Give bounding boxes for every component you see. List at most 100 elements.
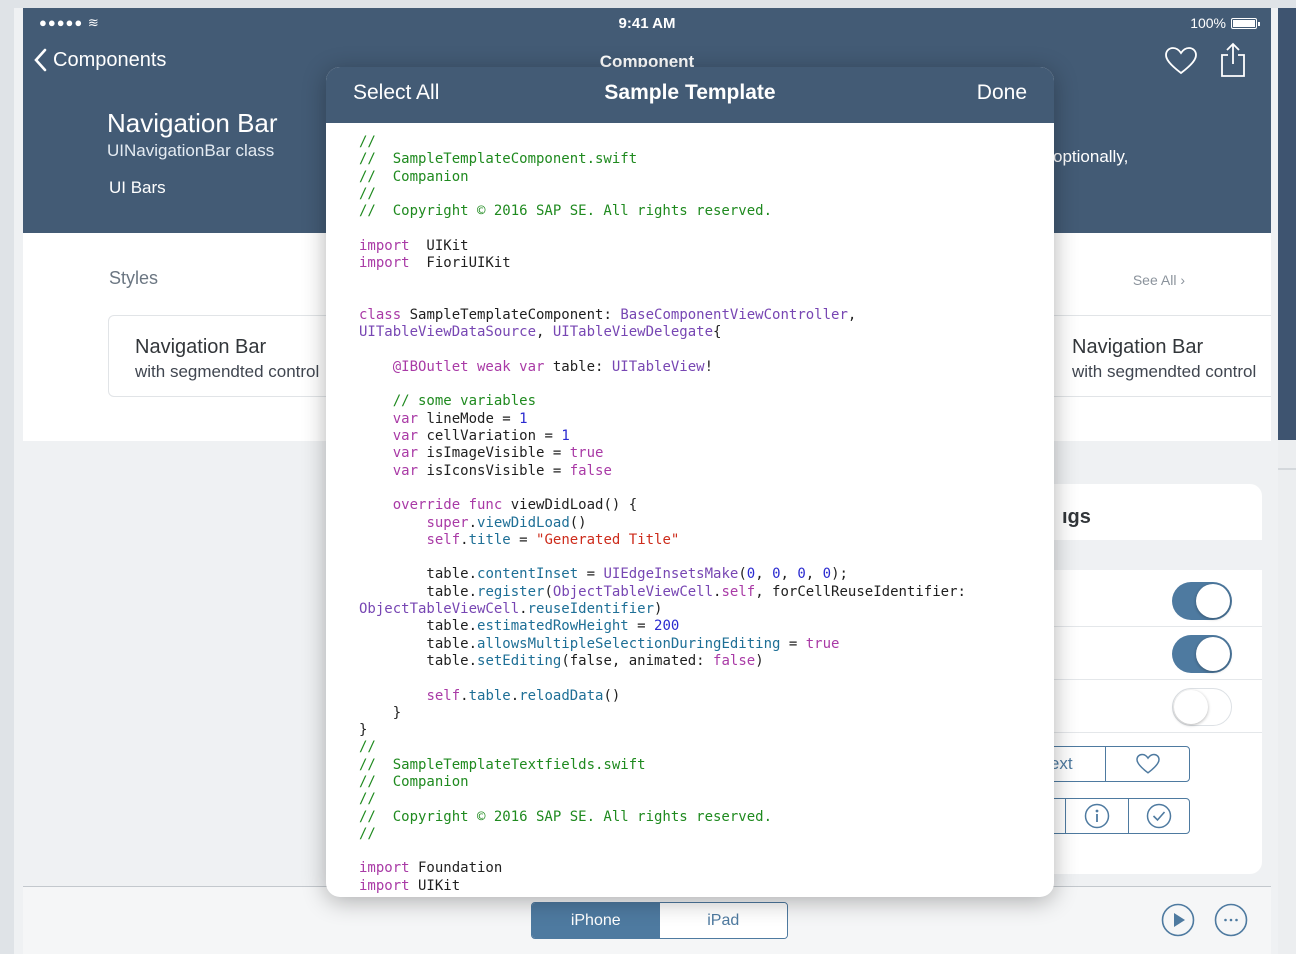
code-token: title bbox=[468, 531, 511, 548]
code-token: // bbox=[359, 739, 376, 756]
see-all-link[interactable]: See All › bbox=[1133, 272, 1185, 288]
code-line: table.register(ObjectTableViewCell.self,… bbox=[359, 584, 1044, 601]
code-line: import Foundation bbox=[359, 860, 1044, 877]
code-token: "Generated Title" bbox=[536, 531, 680, 548]
code-token: UITableView bbox=[611, 358, 705, 375]
code-line: // Copyright © 2016 SAP SE. All rights r… bbox=[359, 203, 1044, 220]
settings-title: ıgs bbox=[1062, 506, 1091, 528]
code-token: , bbox=[780, 566, 798, 583]
component-title: Navigation Bar bbox=[107, 108, 278, 138]
style-card[interactable]: Navigation Bar with segmendted control bbox=[1045, 315, 1271, 397]
code-token: = bbox=[780, 635, 806, 652]
code-token: var bbox=[392, 428, 419, 445]
code-line: // bbox=[359, 134, 1044, 151]
code-token: ); bbox=[831, 566, 848, 583]
style-card[interactable]: Navigation Bar with segmendted control bbox=[108, 315, 358, 397]
code-line: super.viewDidLoad() bbox=[359, 515, 1044, 532]
play-icon[interactable] bbox=[1161, 903, 1195, 937]
code-token: ( bbox=[544, 583, 553, 600]
code-token: var bbox=[392, 410, 419, 427]
segment-info[interactable] bbox=[1065, 799, 1128, 833]
code-token: viewDidLoad() { bbox=[502, 497, 638, 514]
code-token: true bbox=[805, 635, 840, 652]
code-token: 200 bbox=[654, 618, 680, 635]
code-token: 0 bbox=[746, 566, 756, 583]
segment-check[interactable] bbox=[1128, 799, 1189, 833]
code-token: UIKit bbox=[409, 237, 469, 254]
modal-nav-bar: Select All Sample Template Done bbox=[326, 67, 1054, 123]
code-token: ObjectTableViewCell bbox=[552, 583, 714, 600]
component-class: UINavigationBar class bbox=[107, 141, 275, 160]
code-line: UITableViewDataSource, UITableViewDelega… bbox=[359, 324, 1044, 341]
heart-icon[interactable] bbox=[1164, 46, 1198, 76]
toggle-switch[interactable] bbox=[1172, 582, 1232, 620]
code-token: . bbox=[460, 687, 469, 704]
done-button[interactable]: Done bbox=[977, 81, 1027, 105]
code-token: reloadData bbox=[519, 687, 604, 704]
battery-icon bbox=[1231, 17, 1260, 29]
code-token: // Copyright © 2016 SAP SE. All rights r… bbox=[359, 203, 773, 220]
code-token: ( bbox=[738, 566, 747, 583]
code-token: class bbox=[359, 306, 402, 323]
code-token: self bbox=[426, 531, 461, 548]
code-token: isIconsVisible = bbox=[418, 462, 570, 479]
code-token: . bbox=[519, 601, 528, 618]
toggle-switch[interactable] bbox=[1172, 635, 1232, 673]
code-token: // bbox=[359, 134, 376, 150]
code-token: @IBOutlet weak var bbox=[392, 358, 545, 375]
battery-indicator: 100% bbox=[1190, 15, 1260, 31]
code-line: import FioriUIKit bbox=[359, 255, 1044, 272]
code-line: self.title = "Generated Title" bbox=[359, 532, 1044, 549]
code-token: 0 bbox=[797, 566, 806, 583]
toggle-switch[interactable] bbox=[1172, 688, 1232, 726]
segment-iphone[interactable]: iPhone bbox=[532, 903, 660, 938]
code-line: } bbox=[359, 722, 1044, 739]
component-description: optionally, bbox=[1053, 147, 1129, 166]
code-line: @IBOutlet weak var table: UITableView! bbox=[359, 359, 1044, 376]
code-line: import UIKit bbox=[359, 878, 1044, 895]
code-line: // bbox=[359, 186, 1044, 203]
code-token: // bbox=[359, 825, 376, 842]
style-card-title: Navigation Bar bbox=[135, 336, 267, 358]
code-token: cellVariation = bbox=[418, 428, 562, 445]
segment-heart[interactable] bbox=[1105, 747, 1189, 781]
share-icon[interactable] bbox=[1218, 42, 1248, 78]
code-token: super bbox=[426, 514, 469, 531]
code-token: = bbox=[628, 618, 655, 635]
more-icon[interactable] bbox=[1214, 903, 1248, 937]
code-token: FioriUIKit bbox=[409, 255, 511, 272]
code-line: self.table.reloadData() bbox=[359, 688, 1044, 705]
code-token: ObjectTableViewCell bbox=[359, 601, 520, 618]
style-card-subtitle: with segmendted control bbox=[1072, 362, 1257, 381]
code-token: table bbox=[468, 687, 511, 704]
heart-icon bbox=[1135, 753, 1160, 774]
code-token: UITableViewDataSource bbox=[359, 324, 537, 341]
modal-title: Sample Template bbox=[604, 81, 776, 104]
code-token: , bbox=[755, 566, 773, 583]
code-view[interactable]: //// SampleTemplateComponent.swift// Com… bbox=[359, 134, 1044, 895]
code-token: ! bbox=[704, 358, 714, 375]
code-token: // bbox=[359, 185, 376, 202]
code-token: BaseComponentViewController bbox=[620, 306, 848, 323]
code-token: register bbox=[477, 583, 545, 600]
code-token: self bbox=[721, 583, 756, 600]
code-token: 0 bbox=[822, 566, 832, 583]
styles-label: Styles bbox=[109, 268, 159, 288]
status-time: 9:41 AM bbox=[618, 15, 676, 32]
code-token: // SampleTemplateComponent.swift bbox=[359, 151, 638, 168]
segment-ipad[interactable]: iPad bbox=[659, 903, 787, 938]
code-token: UIEdgeInsetsMake bbox=[603, 566, 739, 583]
code-token: false bbox=[713, 652, 756, 669]
code-line: class SampleTemplateComponent: BaseCompo… bbox=[359, 307, 1044, 324]
code-token: setEditing bbox=[477, 652, 562, 669]
checkmark-circle-icon bbox=[1146, 803, 1172, 829]
